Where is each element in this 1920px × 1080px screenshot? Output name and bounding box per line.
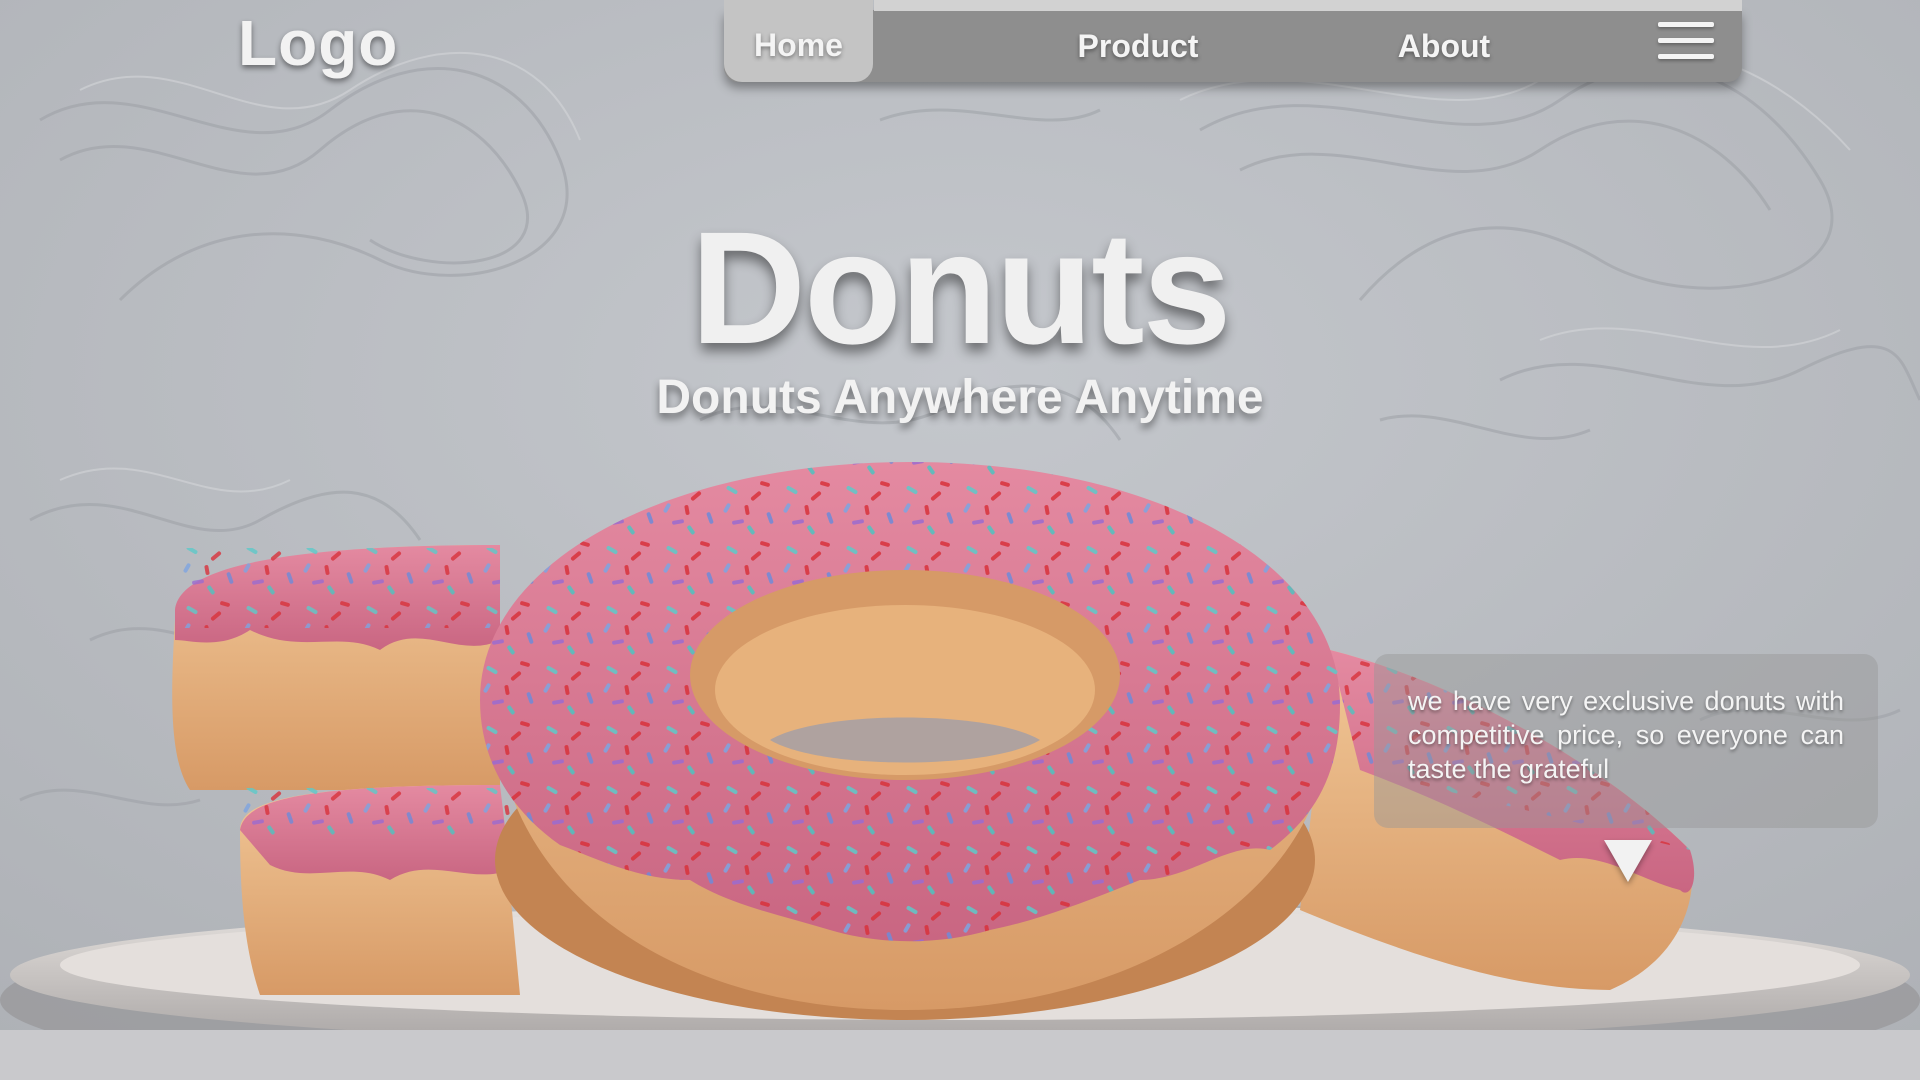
info-text: we have very exclusive donuts with compe… (1408, 686, 1844, 784)
hero-subtitle: Donuts Anywhere Anytime (656, 371, 1264, 424)
hamburger-line (1658, 54, 1714, 59)
hamburger-line (1658, 38, 1714, 43)
hamburger-line (1658, 22, 1714, 27)
nav-item-about[interactable]: About (1344, 10, 1544, 82)
down-triangle-icon[interactable] (1604, 840, 1652, 882)
nav-top-strip (874, 0, 1742, 11)
hero-background-illustration (0, 0, 1920, 1080)
info-card: we have very exclusive donuts with compe… (1374, 654, 1878, 828)
hero-title: Donuts (690, 198, 1231, 377)
nav-item-product[interactable]: Product (1038, 10, 1238, 82)
hamburger-menu-icon[interactable] (1658, 22, 1714, 60)
site-logo[interactable]: Logo (238, 6, 398, 80)
nav-item-home[interactable]: Home (724, 0, 873, 82)
main-navigation: Home Product About (724, 0, 1742, 82)
